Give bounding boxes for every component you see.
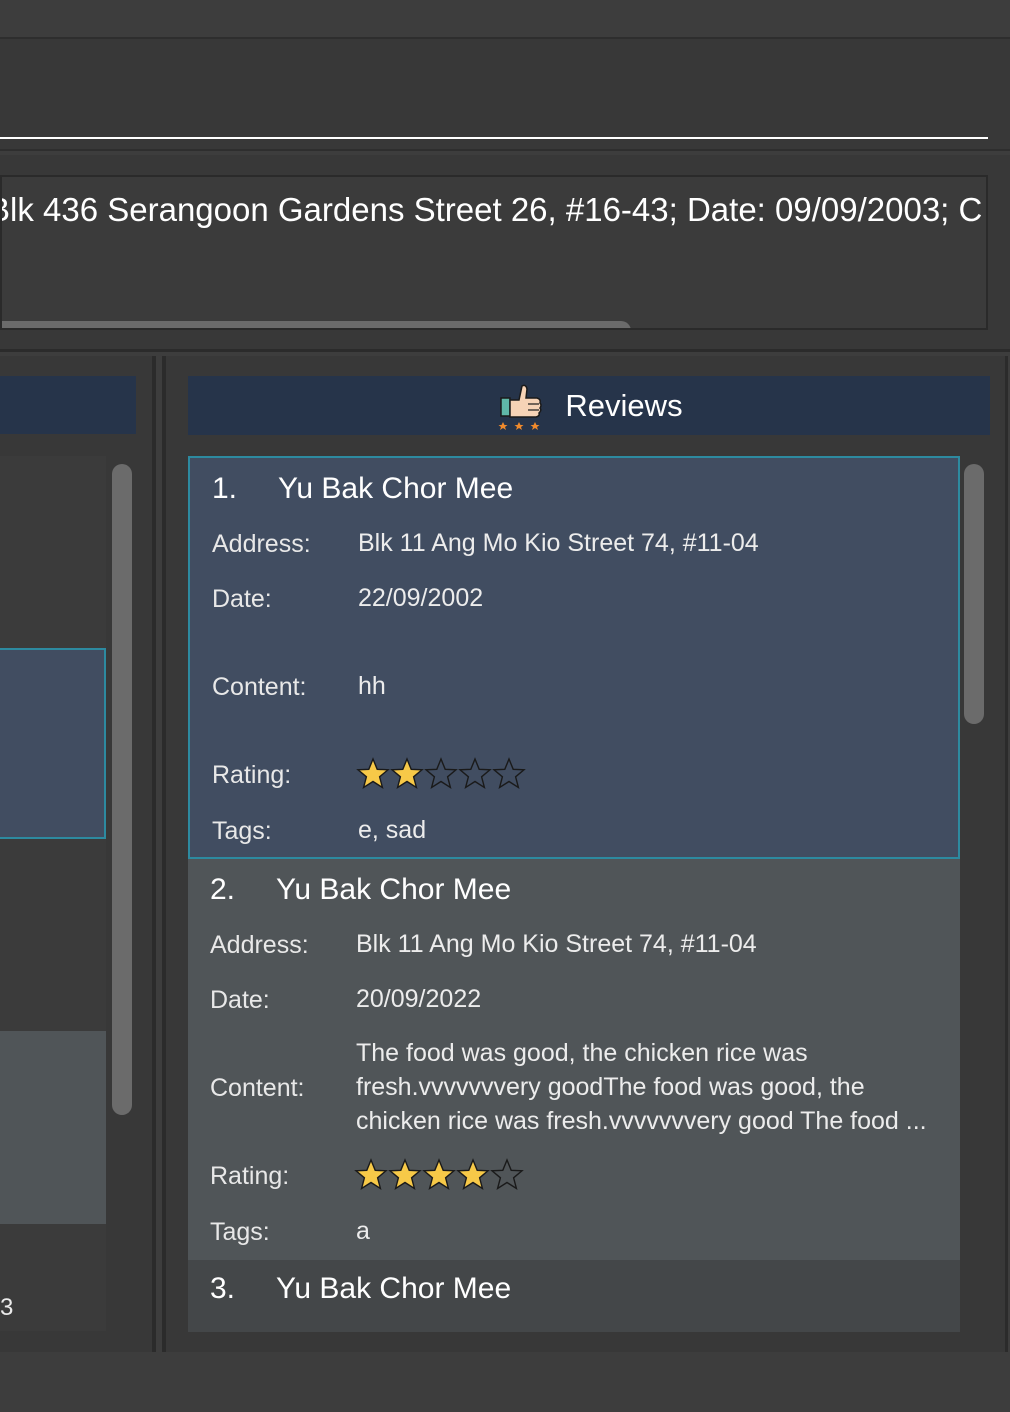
rating-label: Rating: (210, 1162, 290, 1190)
rating-label: Rating: (212, 761, 292, 789)
content-label: Content: (212, 673, 307, 701)
reviews-panel: Reviews 1. Yu Bak Chor Mee Address: Blk … (162, 356, 1008, 1352)
command-area (0, 37, 1010, 151)
review-name: Yu Bak Chor Mee (276, 873, 512, 906)
review-index: 3. (210, 1272, 236, 1305)
review-address: Blk 11 Ang Mo Kio Street 74, #11-04 (356, 930, 757, 958)
result-horizontal-scrollbar[interactable] (2, 321, 631, 328)
review-date: 20/09/2022 (356, 985, 482, 1013)
star-empty-icon (458, 757, 492, 790)
review-content: hh (358, 672, 386, 700)
command-input[interactable] (0, 79, 988, 139)
star-empty-icon (424, 757, 458, 790)
tags-label: Tags: (210, 1218, 270, 1246)
result-display-box[interactable]: Blk 436 Serangoon Gardens Street 26, #16… (0, 175, 988, 330)
reviews-vertical-scrollbar[interactable] (964, 464, 984, 724)
review-address: Blk 11 Ang Mo Kio Street 74, #11-04 (358, 529, 759, 557)
rating-stars (354, 1158, 524, 1192)
review-card-selected[interactable]: 1. Yu Bak Chor Mee Address: Blk 11 Ang M… (188, 456, 960, 859)
date-label: Date: (210, 986, 270, 1014)
review-name: Yu Bak Chor Mee (276, 1272, 512, 1305)
review-date: 22/09/2002 (358, 584, 484, 612)
review-tags: a (356, 1217, 370, 1245)
address-label: Address: (212, 530, 311, 558)
left-list-item-index: 3 (0, 1294, 14, 1321)
left-vertical-scrollbar[interactable] (112, 464, 132, 1115)
left-list-panel: 3 (0, 356, 156, 1352)
star-empty-icon (492, 757, 526, 790)
review-name: Yu Bak Chor Mee (278, 472, 514, 505)
result-text: Blk 436 Serangoon Gardens Street 26, #16… (0, 191, 983, 228)
reviews-title: Reviews (565, 387, 683, 423)
review-index: 1. (212, 472, 238, 505)
left-list-item-selected[interactable] (0, 648, 106, 839)
left-list[interactable]: 3 (0, 456, 106, 1331)
review-card[interactable]: 2. Yu Bak Chor Mee Address: Blk 11 Ang M… (188, 859, 960, 1260)
reviews-list[interactable]: 1. Yu Bak Chor Mee Address: Blk 11 Ang M… (188, 456, 960, 1332)
rating-stars (356, 757, 526, 791)
address-label: Address: (210, 931, 309, 959)
review-index: 2. (210, 873, 236, 906)
reviews-header: Reviews (188, 376, 990, 435)
review-tags: e, sad (358, 816, 427, 844)
star-filled-icon (354, 1158, 388, 1191)
review-card[interactable]: 3. Yu Bak Chor Mee (188, 1260, 960, 1332)
date-label: Date: (212, 585, 272, 613)
thumbs-up-rating-icon (498, 384, 543, 430)
left-panel-header (0, 376, 136, 434)
review-content: The food was good, the chicken rice was … (356, 1039, 927, 1135)
left-list-item[interactable] (0, 1031, 106, 1224)
star-empty-icon (490, 1158, 524, 1191)
result-display-area: Blk 436 Serangoon Gardens Street 26, #16… (0, 155, 1010, 352)
star-filled-icon (390, 757, 424, 790)
star-filled-icon (356, 757, 390, 790)
star-filled-icon (422, 1158, 456, 1191)
star-filled-icon (456, 1158, 490, 1191)
star-filled-icon (388, 1158, 422, 1191)
content-label: Content: (210, 1074, 305, 1102)
tags-label: Tags: (212, 817, 272, 845)
